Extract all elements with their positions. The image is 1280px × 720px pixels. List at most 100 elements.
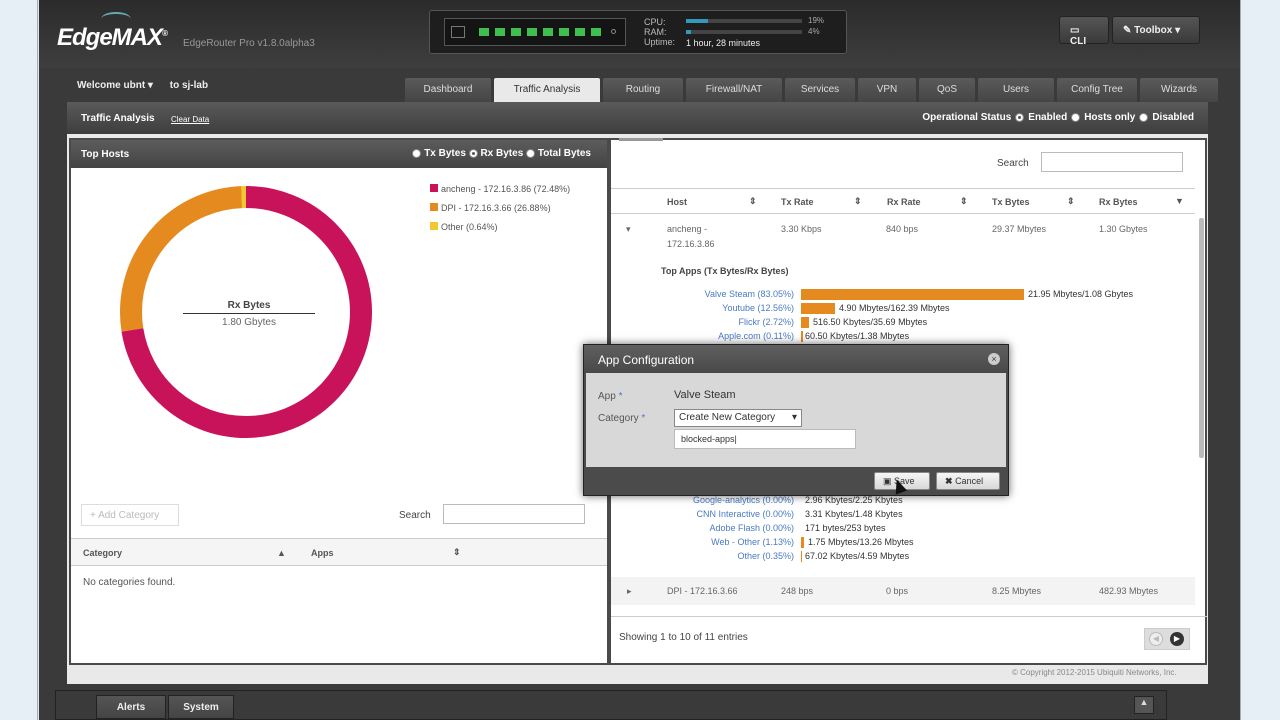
category-search-label: Search: [399, 510, 431, 521]
prev-page-icon[interactable]: ◀: [1149, 632, 1163, 646]
port-led: [591, 28, 601, 36]
tab-firewall-nat[interactable]: Firewall/NAT: [686, 78, 782, 102]
col-category[interactable]: Category: [83, 548, 122, 558]
caret-down-icon: ▾: [1172, 25, 1181, 36]
next-page-icon[interactable]: ▶: [1170, 632, 1184, 646]
terminal-icon: ▭: [1070, 25, 1080, 36]
window-right-border: [1240, 0, 1280, 720]
hosts-search-label: Search: [997, 158, 1029, 169]
entries-info: Showing 1 to 10 of 11 entries: [619, 632, 748, 643]
tab-vpn[interactable]: VPN: [858, 78, 916, 102]
add-category-button[interactable]: + Add Category: [81, 504, 179, 526]
cpu-bar: [686, 19, 802, 23]
hosts-table-header: Host ⇕ Tx Rate ⇕ Rx Rate ⇕ Tx Bytes ⇕ Rx…: [611, 188, 1195, 214]
port-led: [543, 28, 553, 36]
alerts-button[interactable]: Alerts: [96, 695, 166, 719]
caret-down-icon: ▾: [791, 412, 797, 423]
col-apps[interactable]: Apps: [311, 548, 334, 558]
col-host[interactable]: Host: [667, 197, 687, 207]
console-port-icon: [451, 26, 465, 38]
tab-services[interactable]: Services: [785, 78, 855, 102]
sort-asc-icon[interactable]: ▲: [277, 548, 286, 558]
port-led: [511, 28, 521, 36]
col-tx-rate[interactable]: Tx Rate: [781, 197, 814, 207]
user-menu[interactable]: Welcome ubnt ▾: [77, 80, 153, 91]
uptime-value: 1 hour, 28 minutes: [686, 38, 761, 48]
port-led: [495, 28, 505, 36]
radio-hosts-only[interactable]: [1071, 113, 1081, 122]
close-icon[interactable]: ×: [988, 353, 1000, 365]
tab-routing[interactable]: Routing: [603, 78, 683, 102]
version-label: EdgeRouter Pro v1.8.0alpha3: [183, 38, 315, 49]
radio-rx-bytes[interactable]: [468, 148, 478, 158]
tab-traffic-analysis[interactable]: Traffic Analysis: [494, 78, 600, 102]
top-header: EdgeMAX® EdgeRouter Pro v1.8.0alpha3 CPU…: [39, 0, 1240, 68]
sort-icon[interactable]: ⇕: [749, 196, 757, 207]
top-apps-title: Top Apps (Tx Bytes/Rx Bytes): [661, 266, 789, 276]
tab-users[interactable]: Users: [978, 78, 1054, 102]
host-row-dpi[interactable]: ▸ DPI - 172.16.3.66 248 bps 0 bps 8.25 M…: [611, 577, 1195, 605]
category-select[interactable]: Create New Category ▾: [674, 409, 802, 427]
expand-up-icon[interactable]: ▲: [1134, 696, 1154, 714]
legend-item: Other (0.64%): [430, 218, 570, 237]
tab-dashboard[interactable]: Dashboard: [405, 78, 491, 102]
close-icon: ✖: [945, 476, 953, 486]
tab-wizards[interactable]: Wizards: [1140, 78, 1218, 102]
clear-data-link[interactable]: Clear Data: [171, 115, 209, 124]
legend-item: DPI - 172.16.3.66 (26.88%): [430, 199, 570, 218]
dialog-body: App * Valve Steam Category * Create New …: [586, 373, 1006, 467]
radio-disabled[interactable]: [1139, 113, 1149, 122]
port-status: [444, 18, 626, 46]
expand-caret-icon[interactable]: ▾: [626, 224, 631, 235]
toolbox-button[interactable]: ✎ Toolbox ▾: [1112, 16, 1200, 44]
status-labels: CPU: RAM: Uptime:: [644, 17, 676, 47]
sort-icon[interactable]: ⇕: [453, 547, 461, 558]
table-scrollbar[interactable]: [1199, 218, 1204, 458]
tab-qos[interactable]: QoS: [919, 78, 975, 102]
category-search-input[interactable]: [443, 504, 585, 524]
legend-item: ancheng - 172.16.3.86 (72.48%): [430, 180, 570, 199]
host-label: to sj-lab: [169, 80, 209, 91]
port-led: [527, 28, 537, 36]
sort-desc-icon[interactable]: ▼: [1175, 196, 1184, 206]
col-rx-rate[interactable]: Rx Rate: [887, 197, 921, 207]
hosts-search-input[interactable]: [1041, 152, 1183, 172]
categories-table-header: Category ▲ Apps ⇕: [71, 538, 607, 566]
top-hosts-header: Top Hosts Tx Bytes Rx Bytes Total Bytes: [71, 140, 607, 168]
expand-caret-icon[interactable]: ▸: [627, 586, 632, 597]
col-rx-bytes[interactable]: Rx Bytes: [1099, 197, 1138, 207]
cpu-percent: 19%: [808, 16, 825, 25]
sort-icon[interactable]: ⇕: [960, 196, 968, 207]
window-left-border: [0, 0, 38, 720]
tab-config-tree[interactable]: Config Tree: [1057, 78, 1137, 102]
welcome-area: Welcome ubnt ▾ to sj-lab: [77, 80, 208, 91]
status-panel: CPU: RAM: Uptime: 19% 4% 1 hour, 28 minu…: [429, 10, 847, 54]
sort-icon[interactable]: ⇕: [854, 196, 862, 207]
donut-center-label: Rx Bytes: [183, 300, 315, 314]
chart-legend: ancheng - 172.16.3.86 (72.48%) DPI - 172…: [430, 180, 570, 237]
copyright: © Copyright 2012-2015 Ubiquiti Networks,…: [1012, 668, 1177, 677]
donut-center-value: 1.80 Gbytes: [222, 317, 276, 328]
sort-icon[interactable]: ⇕: [1067, 196, 1075, 207]
section-title: Traffic Analysis: [81, 113, 155, 124]
app-label: App *: [598, 391, 623, 402]
traffic-analysis-header: Traffic Analysis Clear Data Operational …: [67, 102, 1208, 134]
port-led: [575, 28, 585, 36]
pagination: ◀ ▶: [1144, 628, 1190, 650]
dialog-title: App Configuration: [584, 345, 1008, 373]
radio-enabled[interactable]: [1015, 113, 1025, 122]
app-value: Valve Steam: [674, 389, 736, 401]
system-button[interactable]: System: [168, 695, 234, 719]
new-category-input[interactable]: blocked-apps|: [674, 429, 856, 449]
col-tx-bytes[interactable]: Tx Bytes: [992, 197, 1030, 207]
radio-total-bytes[interactable]: [526, 148, 536, 158]
ram-bar: [686, 30, 802, 34]
radio-tx-bytes[interactable]: [412, 148, 422, 158]
sfp-port-icon: [611, 29, 616, 34]
brand-logo: EdgeMAX®: [57, 12, 168, 52]
donut-center: Rx Bytes 1.80 Gbytes: [183, 300, 315, 328]
port-led: [559, 28, 569, 36]
cli-button[interactable]: ▭ CLI: [1059, 16, 1109, 47]
cancel-button[interactable]: ✖ Cancel: [936, 472, 1000, 490]
no-categories-text: No categories found.: [83, 577, 176, 588]
